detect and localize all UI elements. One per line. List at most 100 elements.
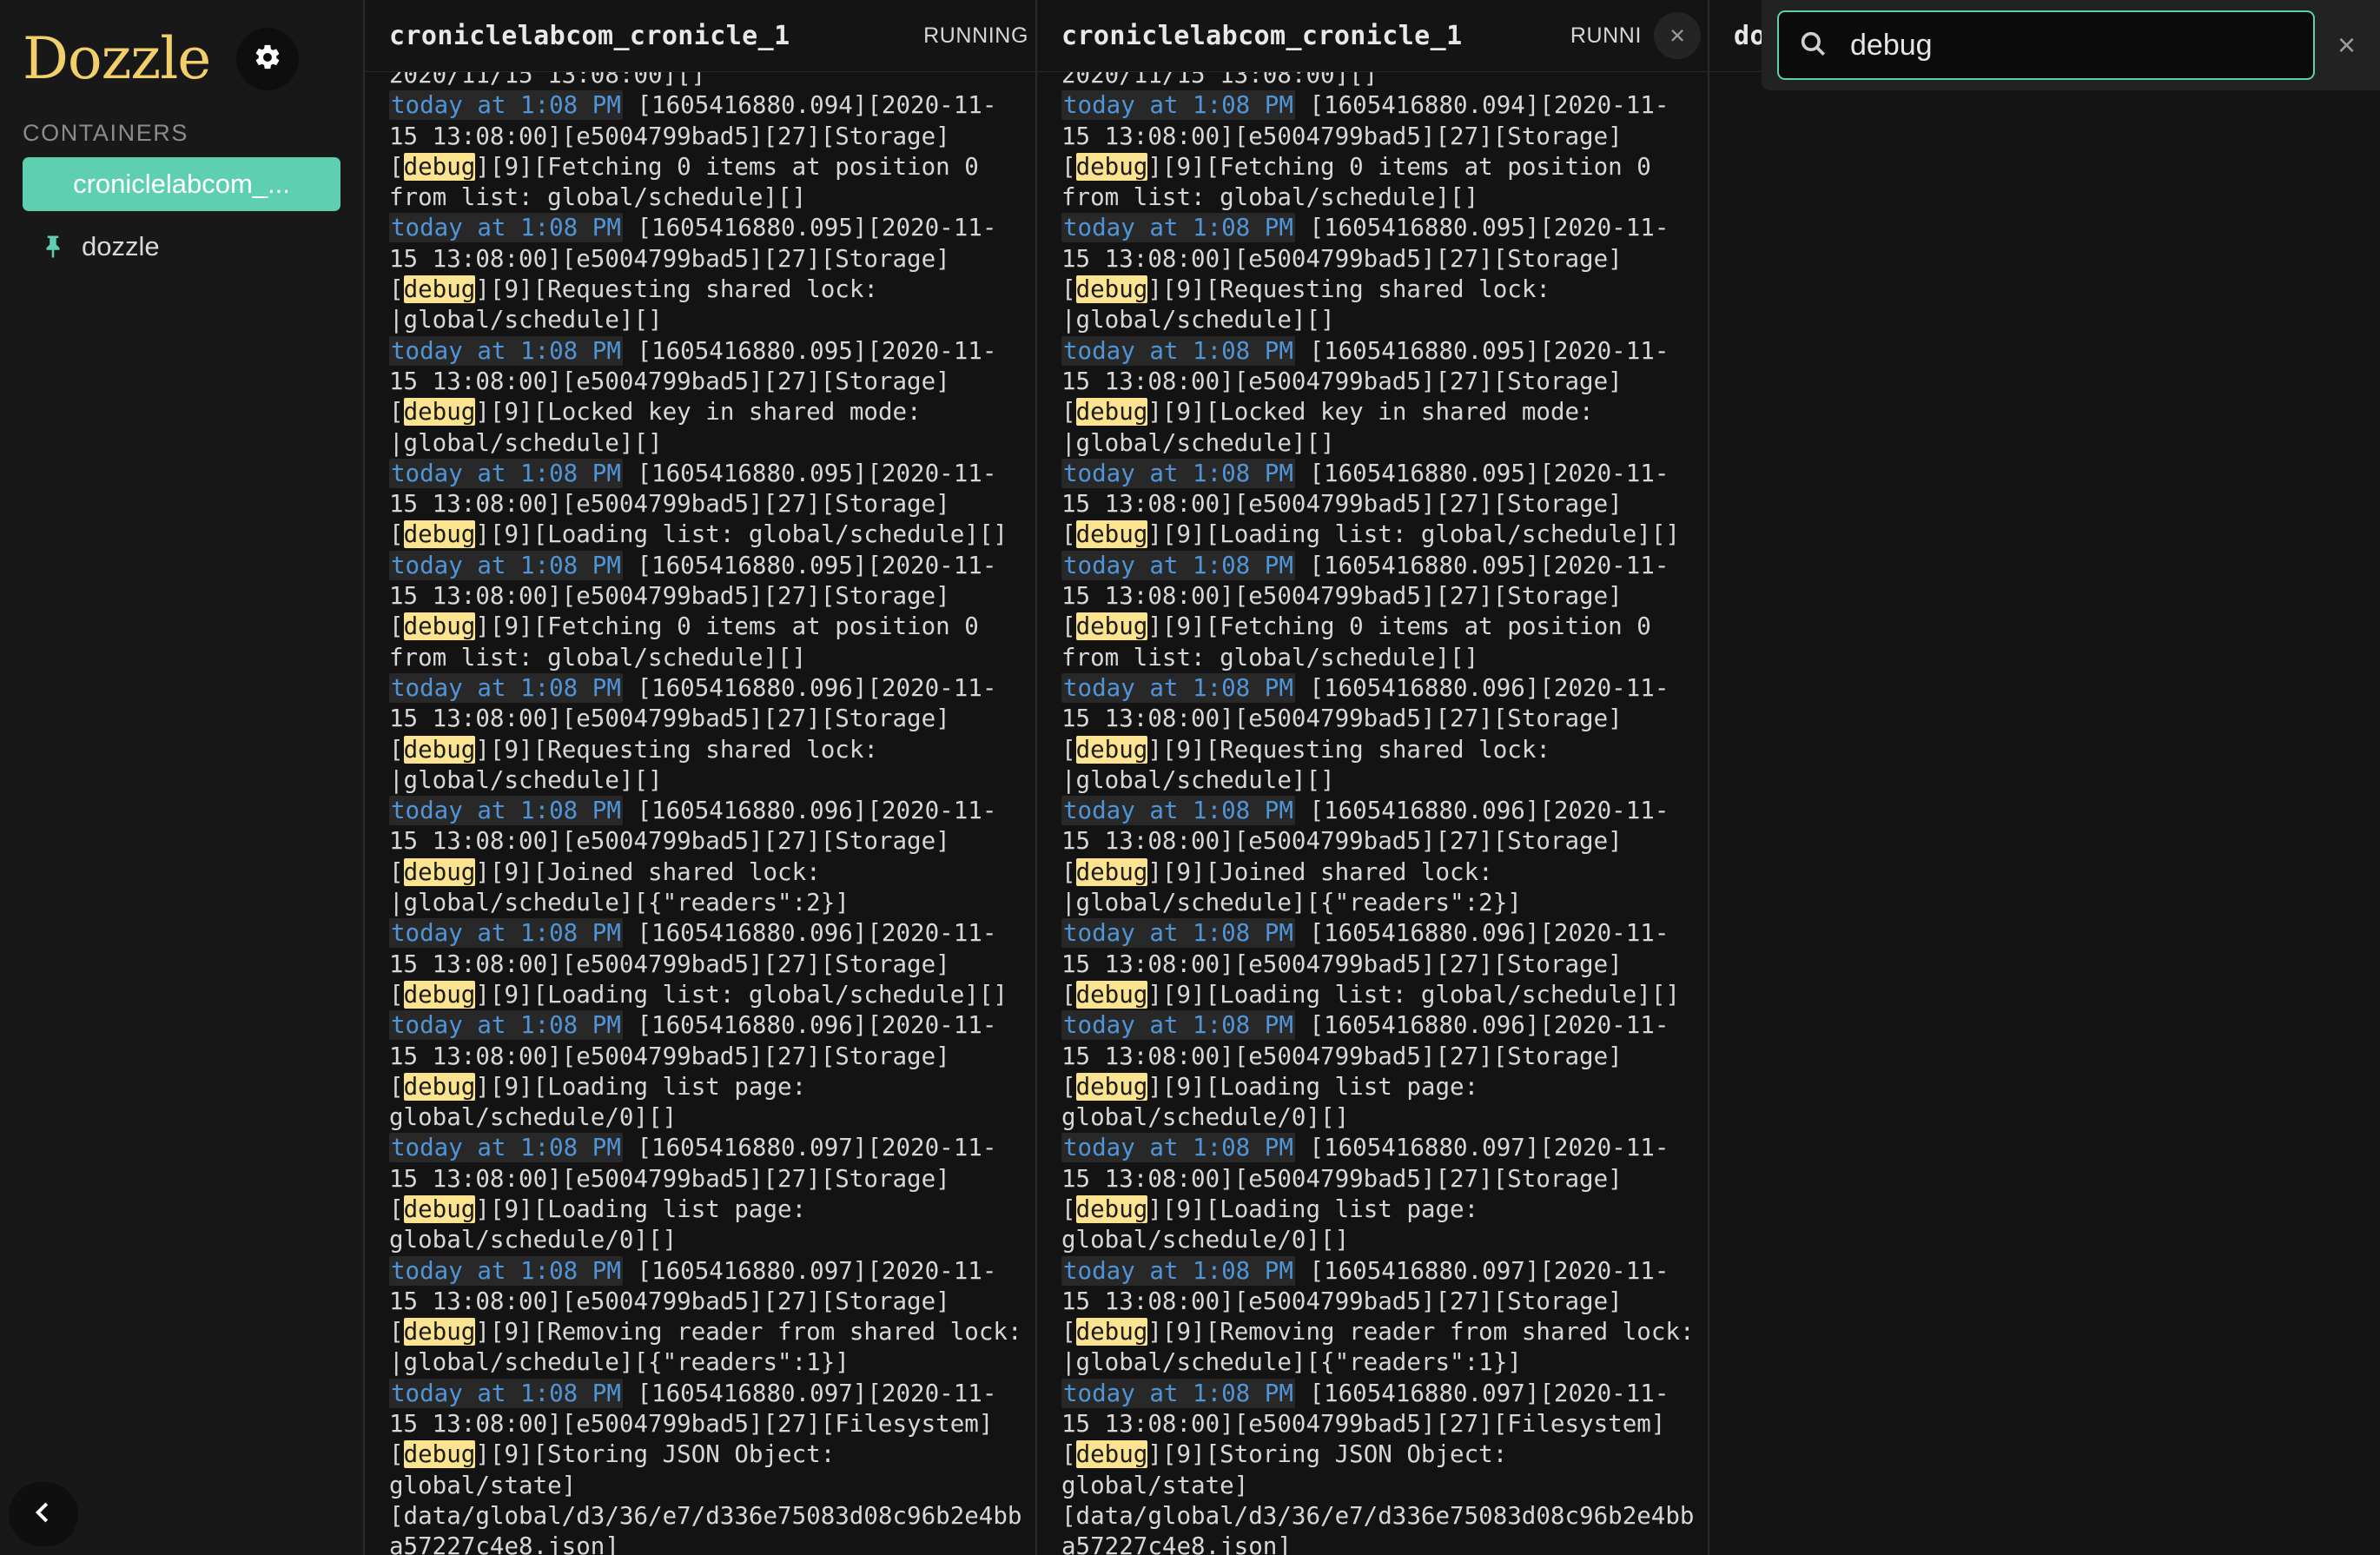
log-line: today at 1:08 PM [1605416880.096][2020-1…	[365, 1010, 1035, 1133]
log-line: 2020/11/15 13:08:00][]	[1061, 72, 1378, 89]
log-timestamp: today at 1:08 PM	[389, 796, 623, 826]
log-column-1-header: croniclelabcom_cronicle_1 RUNNING	[365, 0, 1035, 72]
log-search-match: debug	[403, 1318, 476, 1347]
log-line: today at 1:08 PM [1605416880.097][2020-1…	[1037, 1378, 1708, 1555]
log-line: today at 1:08 PM [1605416880.096][2020-1…	[1037, 672, 1708, 796]
log-line: today at 1:08 PM [1605416880.095][2020-1…	[365, 458, 1035, 551]
log-timestamp: today at 1:08 PM	[1061, 335, 1295, 366]
log-timestamp: today at 1:08 PM	[1061, 458, 1295, 488]
log-text: ][9][Storing JSON Object: global/state][…	[389, 1440, 1022, 1555]
sidebar: Dozzle CONTAINERS croniclelabcom_... doz…	[0, 0, 363, 1555]
log-timestamp: today at 1:08 PM	[1061, 1010, 1295, 1041]
log-search-match: debug	[1075, 1072, 1148, 1101]
log-timestamp: today at 1:08 PM	[389, 90, 623, 121]
log-text: ][9][Loading list: global/schedule][]	[475, 980, 1008, 1009]
log-timestamp: today at 1:08 PM	[1061, 918, 1295, 949]
sidebar-item-dozzle[interactable]: dozzle	[23, 220, 340, 274]
log-line: 2020/11/15 13:08:00][]	[389, 72, 706, 89]
log-column-2-status: RUNNI	[1570, 23, 1642, 48]
log-search-match: debug	[1075, 735, 1148, 764]
brand-row: Dozzle	[0, 0, 363, 103]
log-timestamp: today at 1:08 PM	[389, 458, 623, 488]
log-text: ][9][Loading list: global/schedule][]	[475, 520, 1008, 549]
log-column-1-status: RUNNING	[923, 23, 1028, 48]
log-column-2-title: croniclelabcom_cronicle_1	[1061, 20, 1463, 51]
containers-section-label: CONTAINERS	[23, 120, 189, 146]
search-close-button[interactable]: ×	[2332, 27, 2361, 63]
log-line: today at 1:08 PM [1605416880.096][2020-1…	[365, 672, 1035, 796]
log-timestamp: today at 1:08 PM	[389, 550, 623, 580]
sidebar-collapse-button[interactable]	[9, 1482, 78, 1546]
log-line: today at 1:08 PM [1605416880.096][2020-1…	[1037, 918, 1708, 1010]
log-timestamp: today at 1:08 PM	[1061, 90, 1295, 121]
log-text: ][9][Fetching 0 items at position 0 from…	[389, 152, 994, 212]
log-timestamp: today at 1:08 PM	[389, 1378, 623, 1408]
log-column-3-body[interactable]	[1709, 72, 2368, 1555]
log-text: ][9][Fetching 0 items at position 0 from…	[1061, 152, 1666, 212]
log-entries-1: today at 1:08 PM [1605416880.094][2020-1…	[365, 90, 1035, 1555]
log-line: today at 1:08 PM [1605416880.097][2020-1…	[1037, 1133, 1708, 1255]
settings-button[interactable]	[236, 28, 300, 90]
log-timestamp: today at 1:08 PM	[389, 1255, 623, 1286]
log-line: today at 1:08 PM [1605416880.096][2020-1…	[365, 918, 1035, 1010]
log-column-1-title: croniclelabcom_cronicle_1	[389, 20, 790, 51]
log-search-match: debug	[1075, 1194, 1148, 1223]
log-search-match: debug	[403, 1440, 476, 1469]
log-line: today at 1:08 PM [1605416880.095][2020-1…	[365, 550, 1035, 673]
log-timestamp: today at 1:08 PM	[389, 672, 623, 703]
log-line: today at 1:08 PM [1605416880.095][2020-1…	[365, 213, 1035, 335]
log-search-match: debug	[1075, 1318, 1148, 1347]
log-text: ][9][Loading list: global/schedule][]	[1147, 980, 1680, 1009]
log-timestamp: today at 1:08 PM	[389, 335, 623, 366]
log-search-match: debug	[403, 980, 476, 1009]
search-input[interactable]	[1850, 28, 2294, 63]
log-column-1: croniclelabcom_cronicle_1 RUNNING 2020/1…	[363, 0, 1035, 1555]
log-line: today at 1:08 PM [1605416880.094][2020-1…	[1037, 90, 1708, 213]
log-entries-2: today at 1:08 PM [1605416880.094][2020-1…	[1037, 90, 1708, 1555]
log-search-match: debug	[1075, 1440, 1148, 1469]
log-column-2-body[interactable]: 2020/11/15 13:08:00][] today at 1:08 PM …	[1037, 72, 1708, 1555]
log-line: today at 1:08 PM [1605416880.095][2020-1…	[1037, 213, 1708, 335]
log-text: ][9][Removing reader from shared lock: |…	[1061, 1318, 1708, 1377]
container-list: croniclelabcom_... dozzle	[0, 157, 363, 274]
log-column-2-close-button[interactable]: ×	[1654, 12, 1701, 59]
log-line: today at 1:08 PM [1605416880.096][2020-1…	[1037, 796, 1708, 918]
log-line: today at 1:08 PM [1605416880.097][2020-1…	[365, 1378, 1035, 1555]
log-timestamp: today at 1:08 PM	[389, 1010, 623, 1041]
log-timestamp: today at 1:08 PM	[1061, 1255, 1295, 1286]
log-search-match: debug	[1075, 980, 1148, 1009]
log-line: today at 1:08 PM [1605416880.094][2020-1…	[365, 90, 1035, 213]
log-search-match: debug	[403, 735, 476, 764]
log-search-match: debug	[403, 152, 476, 181]
log-timestamp: today at 1:08 PM	[1061, 213, 1295, 243]
log-timestamp: today at 1:08 PM	[1061, 1378, 1295, 1408]
sidebar-item-label: croniclelabcom_...	[73, 169, 290, 199]
log-search-match: debug	[1075, 275, 1148, 304]
log-line: today at 1:08 PM [1605416880.096][2020-1…	[365, 796, 1035, 918]
app-title: Dozzle	[23, 25, 211, 92]
search-overlay: ×	[1762, 0, 2380, 90]
log-timestamp: today at 1:08 PM	[1061, 1133, 1295, 1163]
log-search-match: debug	[1075, 520, 1148, 549]
log-column-2-header: croniclelabcom_cronicle_1 RUNNI ×	[1037, 0, 1708, 72]
log-text: ][9][Fetching 0 items at position 0 from…	[389, 612, 994, 672]
log-search-match: debug	[403, 275, 476, 304]
log-search-match: debug	[1075, 612, 1148, 641]
log-search-match: debug	[403, 857, 476, 886]
sidebar-item-croniclelabcom[interactable]: croniclelabcom_...	[23, 157, 340, 211]
log-column-1-body[interactable]: 2020/11/15 13:08:00][] today at 1:08 PM …	[365, 72, 1035, 1555]
log-line: today at 1:08 PM [1605416880.097][2020-1…	[365, 1255, 1035, 1379]
log-line: today at 1:08 PM [1605416880.096][2020-1…	[1037, 1010, 1708, 1133]
log-line: today at 1:08 PM [1605416880.097][2020-1…	[1037, 1255, 1708, 1379]
log-timestamp: today at 1:08 PM	[389, 1133, 623, 1163]
gear-icon	[253, 43, 282, 76]
log-timestamp: today at 1:08 PM	[1061, 796, 1295, 826]
search-box[interactable]	[1777, 10, 2315, 80]
log-line: today at 1:08 PM [1605416880.095][2020-1…	[1037, 458, 1708, 551]
log-line: today at 1:08 PM [1605416880.095][2020-1…	[365, 335, 1035, 459]
pin-icon	[38, 232, 68, 261]
log-text: ][9][Loading list: global/schedule][]	[1147, 520, 1680, 549]
log-columns: croniclelabcom_cronicle_1 RUNNING 2020/1…	[363, 0, 2380, 1555]
app-root: Dozzle CONTAINERS croniclelabcom_... doz…	[0, 0, 2380, 1555]
log-search-match: debug	[403, 1194, 476, 1223]
